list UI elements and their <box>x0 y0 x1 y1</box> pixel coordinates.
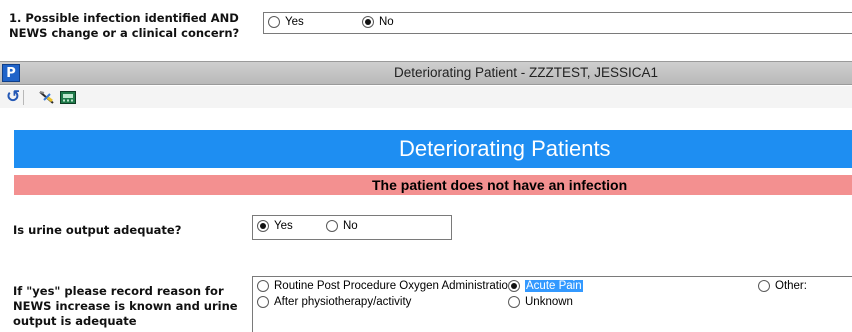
radio-button[interactable] <box>257 220 269 232</box>
radio-button[interactable] <box>257 296 269 308</box>
q1-options-box <box>263 12 852 34</box>
urine-option-no[interactable]: No <box>326 219 358 233</box>
toolbar: ↺ <box>0 86 852 108</box>
reason-option-unknown[interactable]: Unknown <box>508 295 573 309</box>
radio-button[interactable] <box>257 280 269 292</box>
urine-question-label: Is urine output adequate? <box>13 223 182 237</box>
reason-option-acute-pain[interactable]: Acute Pain <box>508 279 583 293</box>
reason-option-acute-pain-label: Acute Pain <box>525 280 583 292</box>
radio-button[interactable] <box>326 220 338 232</box>
urine-option-yes-label: Yes <box>274 220 293 232</box>
radio-button[interactable] <box>508 280 520 292</box>
reason-option-physiotherapy[interactable]: After physiotherapy/activity <box>257 295 411 309</box>
q1-label-line2: NEWS change or a clinical concern? <box>9 26 240 40</box>
reason-option-routine-oxygen-label: Routine Post Procedure Oxygen Administra… <box>274 280 515 292</box>
radio-button[interactable] <box>758 280 770 292</box>
reason-question-label: If "yes" please record reason for NEWS i… <box>13 284 238 329</box>
radio-button[interactable] <box>268 16 280 28</box>
q1-label-line1: 1. Possible infection identified AND <box>9 11 239 25</box>
radio-button[interactable] <box>508 296 520 308</box>
reason-option-unknown-label: Unknown <box>525 296 573 308</box>
q1-option-yes[interactable]: Yes <box>268 15 304 29</box>
reason-option-physiotherapy-label: After physiotherapy/activity <box>274 296 412 308</box>
q1-option-no[interactable]: No <box>362 15 394 29</box>
reason-label-line3: output is adequate <box>13 314 137 328</box>
q1-option-yes-label: Yes <box>285 16 304 28</box>
calculator-icon[interactable] <box>60 91 76 109</box>
reason-label-line2: NEWS increase is known and urine <box>13 299 238 313</box>
urine-option-yes[interactable]: Yes <box>257 219 293 233</box>
toolbar-separator <box>23 90 24 105</box>
window-title: Deteriorating Patient - ZZZTEST, JESSICA… <box>393 65 659 80</box>
window-titlebar: P Deteriorating Patient - ZZZTEST, JESSI… <box>0 61 852 85</box>
reason-label-line1: If "yes" please record reason for <box>13 284 224 298</box>
infection-alert: The patient does not have an infection <box>14 175 852 195</box>
reason-option-routine-oxygen[interactable]: Routine Post Procedure Oxygen Administra… <box>257 279 514 293</box>
q1-option-no-label: No <box>379 16 394 28</box>
reason-option-other-label: Other: <box>775 280 807 292</box>
radio-button[interactable] <box>362 16 374 28</box>
section-banner: Deteriorating Patients <box>14 130 852 168</box>
q1-label: 1. Possible infection identified AND NEW… <box>9 11 239 41</box>
tools-icon[interactable] <box>38 90 56 110</box>
urine-option-no-label: No <box>343 220 358 232</box>
refresh-icon[interactable]: ↺ <box>6 87 20 107</box>
reason-option-other[interactable]: Other: <box>758 279 807 293</box>
